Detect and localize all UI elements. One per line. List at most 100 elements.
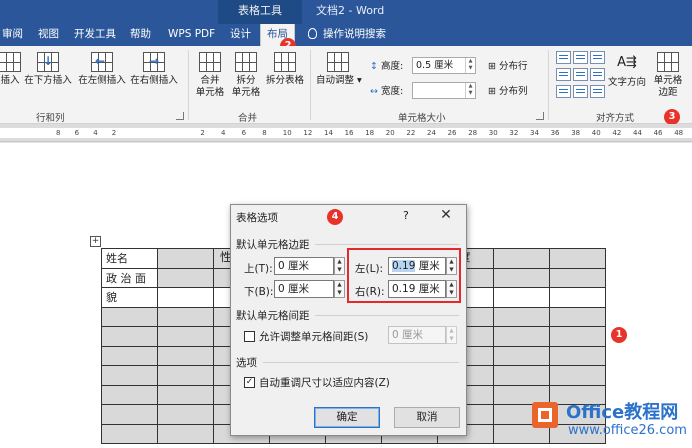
insert-below-button[interactable]: ↓ 在下方插入: [24, 52, 72, 87]
ruler-tick-label: 48: [674, 129, 684, 137]
table-cell[interactable]: [493, 287, 550, 308]
table-cell[interactable]: [101, 306, 158, 327]
cell-margins-button[interactable]: 单元格 边距: [650, 52, 686, 99]
tab-developer[interactable]: 开发工具: [74, 24, 116, 46]
align-bottom-center-icon[interactable]: [573, 85, 588, 98]
ruler-tick-label: 8: [262, 129, 267, 137]
distribute-cols-button[interactable]: ⊞ 分布列: [488, 83, 528, 97]
help-icon[interactable]: ?: [403, 209, 409, 222]
insert-above-icon: [0, 52, 21, 72]
table-cell[interactable]: [157, 345, 214, 366]
cell-size-launcher[interactable]: [536, 112, 544, 120]
width-input[interactable]: ▲ ▼: [412, 82, 476, 99]
table-cell[interactable]: [157, 365, 214, 386]
align-middle-left-icon[interactable]: [556, 68, 571, 81]
step-badge-1: 1: [611, 327, 627, 343]
table-cell[interactable]: [549, 326, 606, 347]
allow-spacing-checkbox[interactable]: [244, 331, 255, 342]
align-middle-right-icon[interactable]: [590, 68, 605, 81]
tab-design[interactable]: 设计: [230, 24, 251, 46]
table-cell[interactable]: 貌: [101, 287, 158, 308]
cancel-button[interactable]: 取消: [394, 407, 460, 428]
table-cell[interactable]: [101, 365, 158, 386]
table-cell[interactable]: [493, 306, 550, 327]
table-cell[interactable]: [157, 384, 214, 405]
table-cell[interactable]: [101, 404, 158, 425]
text-direction-button[interactable]: A⇶ 文字方向: [606, 52, 648, 89]
tell-me-search[interactable]: 操作说明搜索: [308, 24, 386, 46]
group-label-rows-cols: 行和列: [36, 113, 65, 124]
tab-view[interactable]: 视图: [38, 24, 59, 46]
auto-resize-checkbox[interactable]: ✓: [244, 377, 255, 388]
insert-right-button[interactable]: → 在右侧插入: [128, 52, 180, 87]
top-margin-input[interactable]: 0 厘米: [274, 257, 334, 275]
width-spinner[interactable]: ▲ ▼: [465, 83, 475, 98]
bottom-margin-spinner[interactable]: ▲ ▼: [334, 280, 345, 298]
insert-above-button[interactable]: 插入: [0, 52, 22, 87]
align-bottom-left-icon[interactable]: [556, 85, 571, 98]
ruler-tick-label: 36: [550, 129, 560, 137]
table-cell[interactable]: [101, 326, 158, 347]
table-cell[interactable]: [157, 248, 214, 269]
height-input[interactable]: 0.5 厘米 ▲ ▼: [412, 57, 476, 74]
merge-cells-button[interactable]: 合并 单元格: [194, 52, 226, 99]
split-cells-label-1: 拆分: [236, 75, 256, 86]
table-cell[interactable]: [549, 345, 606, 366]
table-cell[interactable]: [157, 306, 214, 327]
table-cell[interactable]: [549, 365, 606, 386]
table-cell[interactable]: [549, 248, 606, 269]
ruler-tick-label: 22: [406, 129, 416, 137]
table-cell[interactable]: [493, 248, 550, 269]
table-cell[interactable]: [493, 267, 550, 288]
split-table-button[interactable]: 拆分表格: [264, 52, 306, 87]
merge-cells-label-1: 合并: [200, 75, 220, 86]
table-cell[interactable]: [101, 384, 158, 405]
step-badge-4: 4: [327, 209, 343, 225]
ribbon: 插入 ↓ 在下方插入 ← 在左侧插入 → 在右侧插入 行和列 合并 单元格 拆分…: [0, 46, 692, 124]
align-bottom-right-icon[interactable]: [590, 85, 605, 98]
distribute-cols-label: 分布列: [499, 86, 528, 97]
table-cell[interactable]: [549, 267, 606, 288]
horizontal-ruler[interactable]: 8 6 4 2 2 4 6 8 10 12 14 16 18 20 22 24 26 28 30 32 34 36 38 40…: [0, 124, 692, 142]
table-cell[interactable]: [549, 287, 606, 308]
top-margin-label: 上(T):: [244, 263, 273, 275]
table-cell[interactable]: [101, 423, 158, 444]
table-cell[interactable]: [493, 345, 550, 366]
distribute-rows-button[interactable]: ⊞ 分布行: [488, 58, 528, 72]
table-cell[interactable]: [157, 287, 214, 308]
tab-wps-pdf[interactable]: WPS PDF: [168, 24, 215, 46]
ruler-tick-label: 2: [200, 129, 205, 137]
table-cell[interactable]: [157, 404, 214, 425]
height-spinner[interactable]: ▲ ▼: [465, 58, 475, 73]
ruler-tick-label: 24: [427, 129, 436, 137]
table-cell[interactable]: [157, 267, 214, 288]
split-cells-icon: [235, 52, 257, 72]
close-icon[interactable]: ✕: [439, 207, 453, 223]
split-cells-button[interactable]: 拆分 单元格: [230, 52, 262, 99]
table-cell[interactable]: [157, 423, 214, 444]
autofit-button[interactable]: 自动调整 ▾: [316, 52, 362, 87]
tab-review[interactable]: 审阅: [2, 24, 23, 46]
tab-help[interactable]: 帮助: [130, 24, 151, 46]
table-cell[interactable]: 政 治 面: [101, 267, 158, 288]
bottom-margin-input[interactable]: 0 厘米: [274, 280, 334, 298]
split-table-icon: [274, 52, 296, 72]
align-top-center-icon[interactable]: [573, 51, 588, 64]
table-cell[interactable]: [493, 326, 550, 347]
table-cell[interactable]: [549, 306, 606, 327]
rows-cols-launcher[interactable]: [176, 112, 184, 120]
insert-left-button[interactable]: ← 在左侧插入: [76, 52, 128, 87]
top-margin-spinner[interactable]: ▲ ▼: [334, 257, 345, 275]
align-top-left-icon[interactable]: [556, 51, 571, 64]
align-top-right-icon[interactable]: [590, 51, 605, 64]
spacing-spinner[interactable]: ▲ ▼: [446, 326, 457, 344]
table-move-handle[interactable]: +: [90, 236, 101, 247]
table-cell[interactable]: [157, 326, 214, 347]
ruler-tick-label: 8: [56, 129, 61, 137]
ok-button[interactable]: 确定: [314, 407, 380, 428]
table-cell[interactable]: [493, 365, 550, 386]
table-cell[interactable]: [101, 345, 158, 366]
align-middle-center-icon[interactable]: [573, 68, 588, 81]
table-cell[interactable]: 姓名: [101, 248, 158, 269]
spacing-input[interactable]: 0 厘米: [388, 326, 446, 344]
